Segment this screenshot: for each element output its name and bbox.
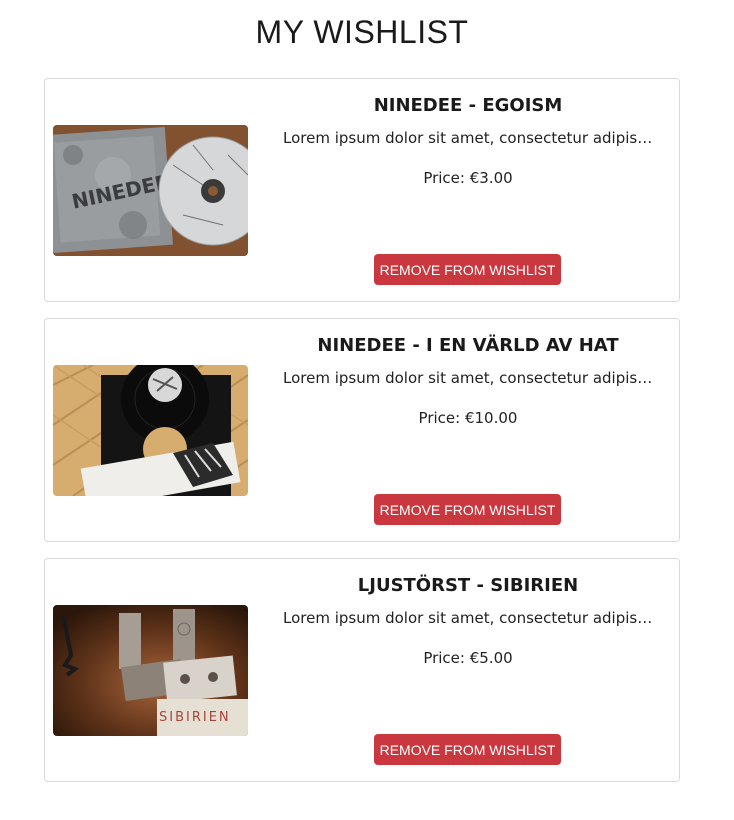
product-price: Price: €10.00	[418, 409, 518, 427]
product-title[interactable]: LJUSTÖRST - SIBIRIEN	[275, 575, 661, 596]
product-description: Lorem ipsum dolor sit amet, consectetur …	[283, 369, 653, 387]
product-description: Lorem ipsum dolor sit amet, consectetur …	[283, 129, 653, 147]
wishlist-item: SIBIRIEN LJUSTÖRST - SIBIRIEN Lorem ipsu…	[44, 558, 680, 782]
product-title[interactable]: NINEDEE - EGOISM	[275, 95, 661, 116]
remove-from-wishlist-button[interactable]: REMOVE FROM WISHLIST	[374, 494, 561, 525]
product-description: Lorem ipsum dolor sit amet, consectetur …	[283, 609, 653, 627]
product-price: Price: €3.00	[423, 169, 513, 187]
remove-from-wishlist-button[interactable]: REMOVE FROM WISHLIST	[374, 734, 561, 765]
product-price: Price: €5.00	[423, 649, 513, 667]
svg-text:SIBIRIEN: SIBIRIEN	[159, 710, 231, 725]
cd-album-photo: NINEDEE	[53, 125, 248, 256]
remove-from-wishlist-button[interactable]: REMOVE FROM WISHLIST	[374, 254, 561, 285]
cassette-album-photo: SIBIRIEN	[53, 605, 248, 736]
product-image-sibirien[interactable]: SIBIRIEN	[53, 605, 248, 736]
vinyl-album-photo	[53, 365, 248, 496]
product-image-i-en-varld-av-hat[interactable]	[53, 365, 248, 496]
wishlist-item: NINEDEE - I EN VÄRLD AV HAT Lorem ipsum …	[44, 318, 680, 542]
product-image-egoism[interactable]: NINEDEE	[53, 125, 248, 256]
wishlist-item: NINEDEE NINEDEE - EGOISM Lorem ipsum dol…	[44, 78, 680, 302]
product-title[interactable]: NINEDEE - I EN VÄRLD AV HAT	[275, 335, 661, 356]
page-title: MY WISHLIST	[255, 14, 469, 50]
